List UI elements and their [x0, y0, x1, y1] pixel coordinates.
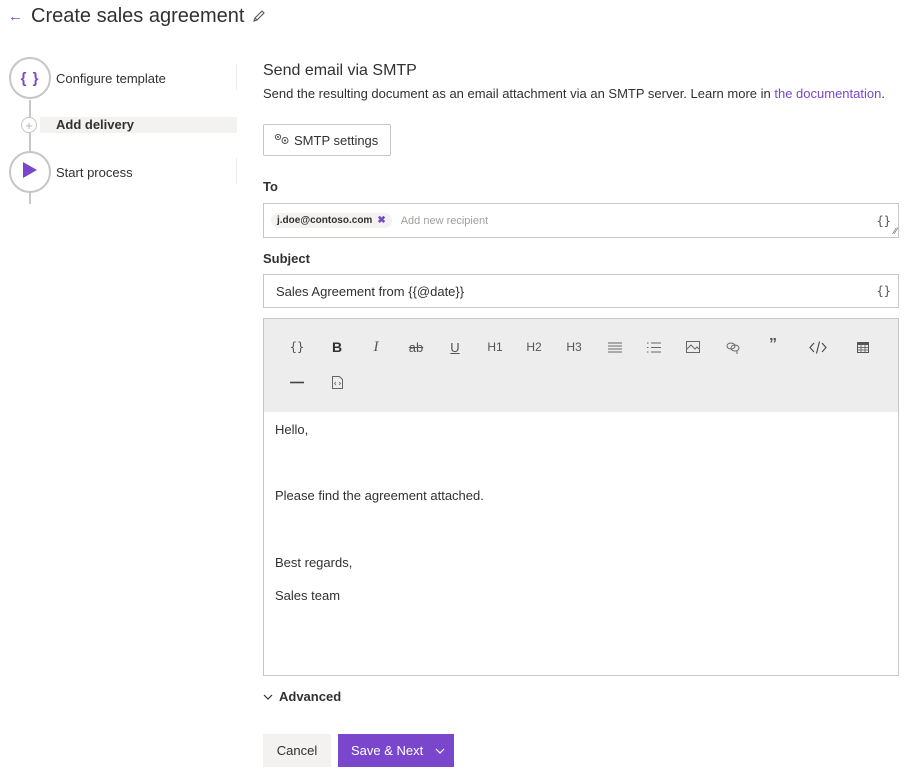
chevron-down-icon[interactable]	[435, 748, 445, 754]
step-label[interactable]: Configure template	[56, 71, 166, 86]
arrow-left-icon[interactable]: ←	[8, 8, 23, 25]
braces-icon[interactable]: {}	[284, 335, 310, 359]
resize-handle-icon[interactable]: ∕∕	[894, 226, 897, 236]
smtp-settings-button[interactable]: SMTP settings	[263, 124, 391, 156]
plus-icon[interactable]: +	[21, 117, 37, 133]
divider	[236, 158, 237, 184]
bullet-list-icon[interactable]	[602, 335, 628, 359]
pencil-icon[interactable]	[252, 9, 266, 23]
step-configure-template[interactable]: { }	[9, 57, 51, 99]
description-text: Send the resulting document as an email …	[263, 86, 775, 101]
advanced-toggle[interactable]: Advanced	[263, 689, 341, 704]
section-description: Send the resulting document as an email …	[263, 86, 885, 101]
step-start-process[interactable]	[9, 151, 51, 193]
chevron-down-icon	[263, 694, 273, 700]
horizontal-rule-icon[interactable]	[284, 370, 310, 394]
code-icon[interactable]	[805, 335, 831, 359]
strikethrough-icon[interactable]: ab	[403, 335, 429, 359]
heading3-icon[interactable]: H3	[561, 335, 587, 359]
editor-content[interactable]: Hello, Please find the agreement attache…	[264, 412, 898, 675]
quote-icon[interactable]: ”	[760, 333, 786, 357]
braces-icon[interactable]: {}	[877, 214, 891, 228]
heading2-icon[interactable]: H2	[521, 335, 547, 359]
body-line: Sales team	[275, 588, 341, 603]
gear-icon	[274, 133, 290, 148]
save-next-button[interactable]: Save & Next	[338, 734, 454, 767]
italic-icon[interactable]: I	[363, 335, 389, 359]
documentation-link[interactable]: the documentation	[774, 86, 881, 101]
html-source-icon[interactable]	[324, 370, 350, 394]
body-line: Please find the agreement attached.	[275, 488, 484, 503]
save-next-label: Save & Next	[351, 743, 424, 758]
page-title: Create sales agreement	[31, 4, 245, 27]
section-title: Send email via SMTP	[263, 62, 417, 79]
editor-toolbar: {} B I ab U H1 H2 H3 ”	[264, 319, 898, 412]
advanced-label: Advanced	[279, 689, 342, 704]
description-suffix: .	[881, 86, 885, 101]
link-icon[interactable]	[720, 335, 746, 359]
recipient-chip[interactable]: j.doe@contoso.com ✖	[271, 213, 392, 228]
close-icon[interactable]: ✖	[377, 215, 385, 226]
braces-icon: { }	[20, 69, 40, 87]
play-icon	[22, 161, 38, 184]
body-line: Best regards,	[275, 555, 353, 570]
step-label[interactable]: Add delivery	[56, 117, 134, 133]
stepper: { } Configure template + Add delivery St…	[0, 52, 240, 204]
recipient-input[interactable]	[398, 213, 799, 228]
recipient-email: j.doe@contoso.com	[277, 215, 373, 226]
to-label: To	[263, 179, 278, 194]
bold-icon[interactable]: B	[324, 335, 350, 359]
numbered-list-icon[interactable]	[641, 335, 667, 359]
rich-text-editor: {} B I ab U H1 H2 H3 ” Hello, Please fin…	[263, 318, 899, 676]
subject-input[interactable]	[274, 282, 834, 300]
cancel-button[interactable]: Cancel	[263, 734, 331, 767]
divider	[236, 64, 237, 90]
subject-label: Subject	[263, 251, 310, 266]
underline-icon[interactable]: U	[442, 335, 468, 359]
to-field[interactable]: j.doe@contoso.com ✖ {} ∕∕	[263, 203, 899, 238]
step-label[interactable]: Start process	[56, 165, 133, 180]
image-icon[interactable]	[680, 335, 706, 359]
page-header: ← Create sales agreement	[8, 3, 266, 29]
smtp-settings-label: SMTP settings	[294, 132, 379, 148]
subject-field[interactable]: {}	[263, 274, 899, 308]
heading1-icon[interactable]: H1	[482, 335, 508, 359]
table-icon[interactable]	[850, 335, 876, 359]
body-line: Hello,	[275, 422, 309, 437]
braces-icon[interactable]: {}	[877, 284, 891, 298]
